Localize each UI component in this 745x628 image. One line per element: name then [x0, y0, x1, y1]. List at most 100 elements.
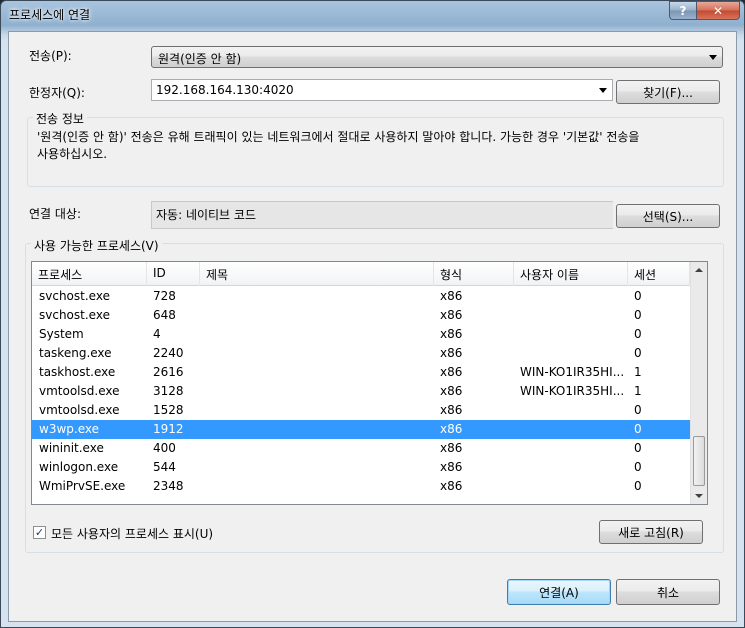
cell-session: 0 — [634, 403, 642, 417]
cell-user: WIN-KO1IR35HI... — [520, 384, 624, 398]
cell-type: x86 — [440, 422, 463, 436]
cell-type: x86 — [440, 327, 463, 341]
cell-process: vmtoolsd.exe — [39, 403, 120, 417]
help-button[interactable]: ? — [669, 1, 696, 20]
table-row[interactable]: winlogon.exe 544 x86 0 — [32, 458, 690, 477]
close-icon: ✕ — [712, 3, 724, 18]
attach-to-value: 자동: 네이티브 코드 — [151, 201, 613, 229]
cell-type: x86 — [440, 479, 463, 493]
transport-info-title: 전송 정보 — [33, 110, 87, 127]
cell-type: x86 — [440, 460, 463, 474]
select-button[interactable]: 선택(S)... — [616, 204, 720, 228]
column-header-title[interactable]: 제목 — [200, 262, 434, 286]
attach-to-process-window: 프로세스에 연결 ? ✕ 전송(P): 원격(인증 안 함) 한정자(Q): 1… — [0, 0, 745, 628]
cell-process: svchost.exe — [39, 289, 110, 303]
cell-id: 2348 — [153, 479, 184, 493]
cell-id: 400 — [153, 441, 176, 455]
cell-session: 0 — [634, 289, 642, 303]
cell-type: x86 — [440, 365, 463, 379]
cell-session: 0 — [634, 327, 642, 341]
transport-value: 원격(인증 안 함) — [158, 52, 242, 66]
cell-type: x86 — [440, 289, 463, 303]
cell-id: 3128 — [153, 384, 184, 398]
column-header-user[interactable]: 사용자 이름 — [514, 262, 628, 286]
column-header-process[interactable]: 프로세스 — [32, 262, 147, 286]
cell-user: WIN-KO1IR35HI... — [520, 365, 624, 379]
cell-id: 4 — [153, 327, 161, 341]
transport-label: 전송(P): — [29, 49, 72, 63]
cell-id: 648 — [153, 308, 176, 322]
cell-type: x86 — [440, 403, 463, 417]
cell-process: vmtoolsd.exe — [39, 384, 120, 398]
cell-type: x86 — [440, 346, 463, 360]
column-header-id[interactable]: ID — [147, 262, 200, 286]
show-all-users-checkbox[interactable]: ✓ — [33, 526, 46, 539]
cell-session: 0 — [634, 460, 642, 474]
cell-process: WmiPrvSE.exe — [39, 479, 126, 493]
cell-process: wininit.exe — [39, 441, 104, 455]
cell-id: 1912 — [153, 422, 184, 436]
cell-process: winlogon.exe — [39, 460, 119, 474]
table-row[interactable]: w3wp.exe 1912 x86 0 — [32, 420, 690, 439]
qualifier-input[interactable]: 192.168.164.130:4020 — [151, 79, 613, 101]
attach-button[interactable]: 연결(A) — [507, 579, 611, 605]
transport-combo[interactable]: 원격(인증 안 함) — [151, 46, 723, 68]
table-row[interactable]: svchost.exe 728 x86 0 — [32, 287, 690, 306]
help-icon: ? — [679, 3, 687, 18]
table-row[interactable]: vmtoolsd.exe 1528 x86 0 — [32, 401, 690, 420]
attach-to-label: 연결 대상: — [29, 207, 82, 221]
cell-type: x86 — [440, 308, 463, 322]
dialog-client-area: 전송(P): 원격(인증 안 함) 한정자(Q): 192.168.164.13… — [8, 31, 737, 622]
cell-session: 0 — [634, 422, 642, 436]
scroll-down-icon[interactable] — [695, 494, 703, 498]
refresh-button[interactable]: 새로 고침(R) — [599, 520, 703, 544]
title-bar[interactable]: 프로세스에 연결 ? ✕ — [1, 1, 744, 27]
column-header-type[interactable]: 형식 — [434, 262, 514, 286]
table-row[interactable]: wininit.exe 400 x86 0 — [32, 439, 690, 458]
cancel-button[interactable]: 취소 — [616, 579, 720, 605]
cell-session: 1 — [634, 384, 642, 398]
cell-process: System — [39, 327, 84, 341]
cell-session: 0 — [634, 441, 642, 455]
cell-process: taskeng.exe — [39, 346, 112, 360]
table-row[interactable]: taskeng.exe 2240 x86 0 — [32, 344, 690, 363]
process-list[interactable]: 프로세스 ID 제목 형식 사용자 이름 세션 svchost.exe 728 x8… — [31, 261, 708, 505]
column-header-session[interactable]: 세션 — [628, 262, 690, 286]
table-row[interactable]: svchost.exe 648 x86 0 — [32, 306, 690, 325]
cell-id: 1528 — [153, 403, 184, 417]
transport-info-text: '원격(인증 안 함)' 전송은 유해 트래픽이 있는 네트워크에서 절대로 사… — [37, 129, 717, 163]
cell-id: 728 — [153, 289, 176, 303]
cell-session: 0 — [634, 346, 642, 360]
cell-process: w3wp.exe — [39, 422, 99, 436]
cell-type: x86 — [440, 441, 463, 455]
cell-process: svchost.exe — [39, 308, 110, 322]
cell-id: 544 — [153, 460, 176, 474]
process-list-scrollbar[interactable] — [690, 262, 707, 504]
transport-info-line2: 사용하십시오. — [37, 147, 108, 161]
cell-type: x86 — [440, 384, 463, 398]
chevron-down-icon — [709, 55, 717, 60]
transport-info-line1: '원격(인증 안 함)' 전송은 유해 트래픽이 있는 네트워크에서 절대로 사… — [37, 130, 640, 144]
table-row[interactable]: taskhost.exe 2616 x86 WIN-KO1IR35HI... 1 — [32, 363, 690, 382]
table-row[interactable]: WmiPrvSE.exe 2348 x86 0 — [32, 477, 690, 496]
cell-session: 0 — [634, 479, 642, 493]
table-row[interactable]: System 4 x86 0 — [32, 325, 690, 344]
scroll-thumb[interactable] — [693, 436, 705, 486]
checkmark-icon: ✓ — [34, 526, 45, 539]
window-title: 프로세스에 연결 — [9, 8, 91, 22]
find-button[interactable]: 찾기(F)... — [616, 80, 720, 104]
qualifier-value: 192.168.164.130:4020 — [156, 83, 294, 97]
cell-process: taskhost.exe — [39, 365, 116, 379]
qualifier-dropdown-icon[interactable] — [599, 88, 607, 93]
title-buttons: ? ✕ — [669, 1, 740, 21]
scroll-up-icon[interactable] — [695, 268, 703, 272]
qualifier-label: 한정자(Q): — [29, 86, 85, 100]
close-button[interactable]: ✕ — [696, 1, 740, 20]
show-all-users-label[interactable]: 모든 사용자의 프로세스 표시(U) — [51, 525, 213, 542]
cell-id: 2240 — [153, 346, 184, 360]
available-processes-title: 사용 가능한 프로세스(V) — [31, 237, 162, 254]
table-row[interactable]: vmtoolsd.exe 3128 x86 WIN-KO1IR35HI... 1 — [32, 382, 690, 401]
cell-id: 2616 — [153, 365, 184, 379]
cell-session: 1 — [634, 365, 642, 379]
cell-session: 0 — [634, 308, 642, 322]
